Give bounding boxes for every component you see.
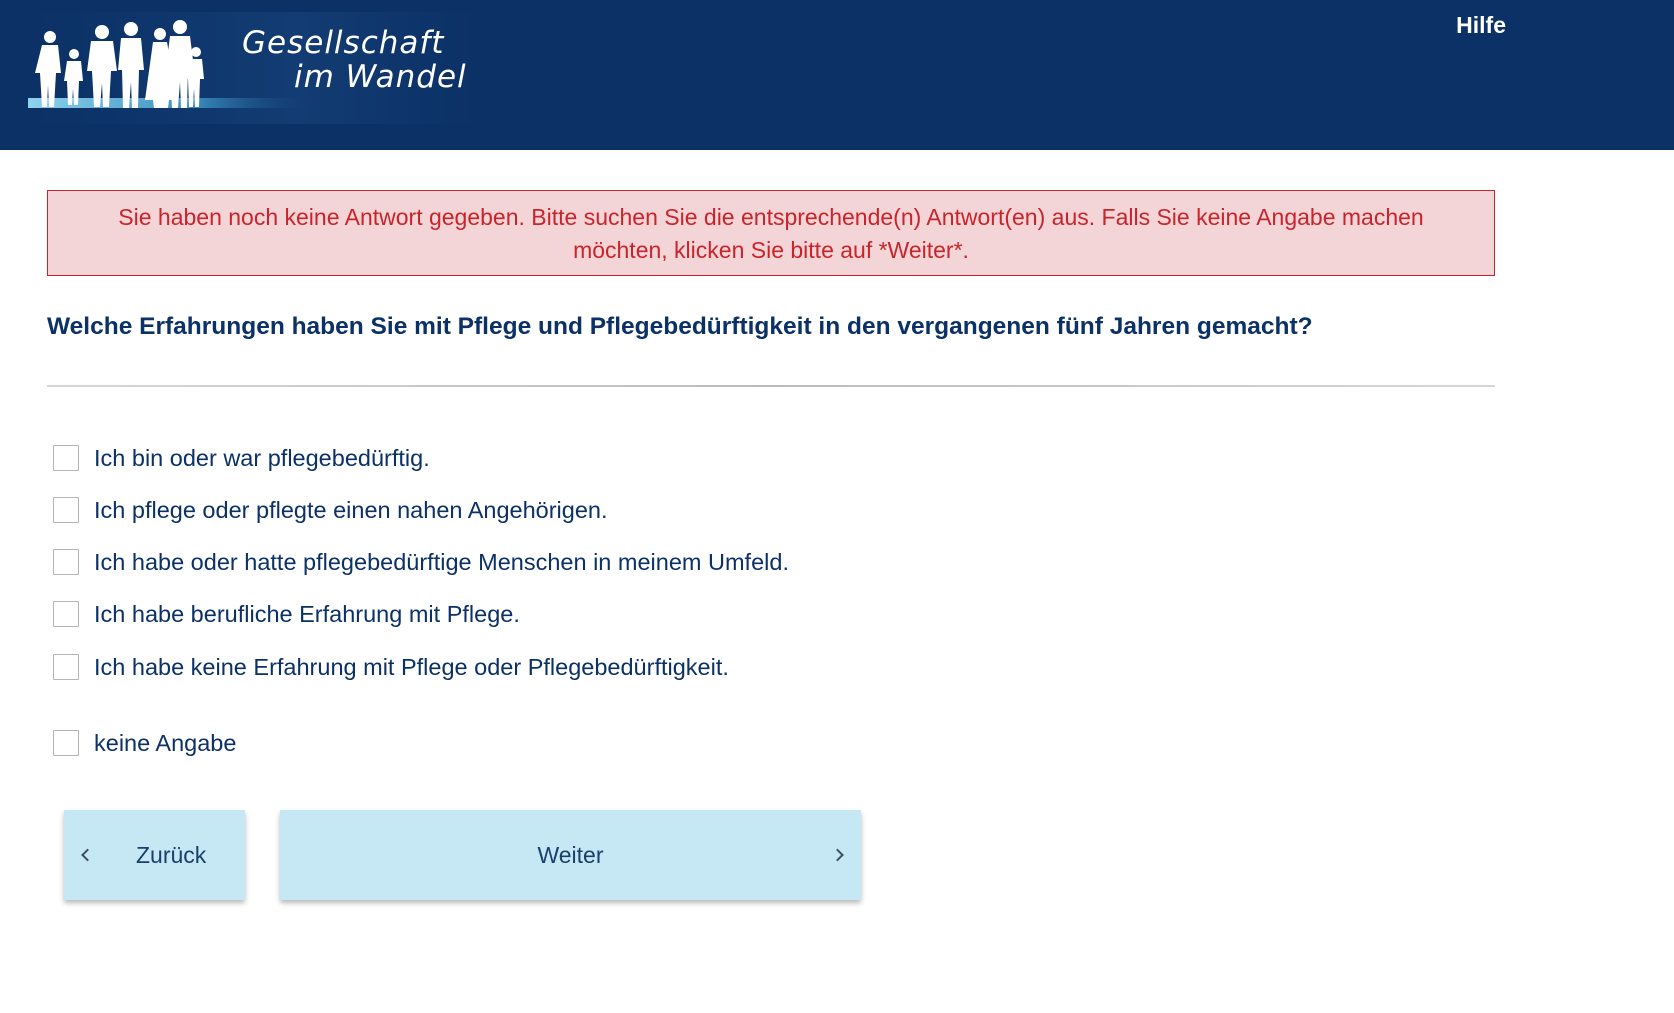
option-row-beruflich[interactable]: Ich habe berufliche Erfahrung mit Pflege… — [53, 599, 520, 629]
option-label: Ich habe keine Erfahrung mit Pflege oder… — [94, 653, 729, 680]
page-header: Gesellschaft im Wandel Hilfe — [0, 0, 1674, 150]
error-message: Sie haben noch keine Antwort gegeben. Bi… — [47, 190, 1495, 276]
option-row-pflegebeduerftig[interactable]: Ich bin oder war pflegebedürftig. — [53, 443, 430, 473]
help-link[interactable]: Hilfe — [1456, 12, 1506, 39]
divider — [47, 385, 1495, 387]
question-text: Welche Erfahrungen haben Sie mit Pflege … — [47, 313, 1313, 340]
option-label: Ich habe berufliche Erfahrung mit Pflege… — [94, 600, 520, 627]
logo-title: Gesellschaft im Wandel — [242, 26, 467, 94]
checkbox[interactable] — [53, 730, 79, 756]
option-label: Ich habe oder hatte pflegebedürftige Men… — [94, 548, 789, 575]
next-button-label: Weiter — [537, 841, 604, 868]
checkbox[interactable] — [53, 654, 79, 680]
logo-line-2: im Wandel — [294, 59, 467, 95]
option-row-keine-angabe[interactable]: keine Angabe — [53, 728, 236, 758]
option-row-keine-erfahrung[interactable]: Ich habe keine Erfahrung mit Pflege oder… — [53, 652, 729, 682]
chevron-right-icon — [831, 848, 844, 862]
checkbox[interactable] — [53, 497, 79, 523]
option-row-umfeld[interactable]: Ich habe oder hatte pflegebedürftige Men… — [53, 547, 789, 577]
back-button-label: Zurück — [136, 841, 207, 868]
back-button[interactable]: Zurück — [64, 810, 245, 900]
chevron-left-icon — [81, 848, 94, 862]
logo-line-1: Gesellschaft — [242, 25, 445, 61]
option-label: keine Angabe — [94, 729, 237, 756]
option-label: Ich bin oder war pflegebedürftig. — [94, 444, 430, 471]
next-button[interactable]: Weiter — [280, 810, 861, 900]
checkbox[interactable] — [53, 549, 79, 575]
checkbox[interactable] — [53, 445, 79, 471]
logo: Gesellschaft im Wandel — [28, 12, 480, 124]
checkbox[interactable] — [53, 601, 79, 627]
option-label: Ich pflege oder pflegte einen nahen Ange… — [94, 496, 608, 523]
option-row-angehoerige[interactable]: Ich pflege oder pflegte einen nahen Ange… — [53, 495, 608, 525]
